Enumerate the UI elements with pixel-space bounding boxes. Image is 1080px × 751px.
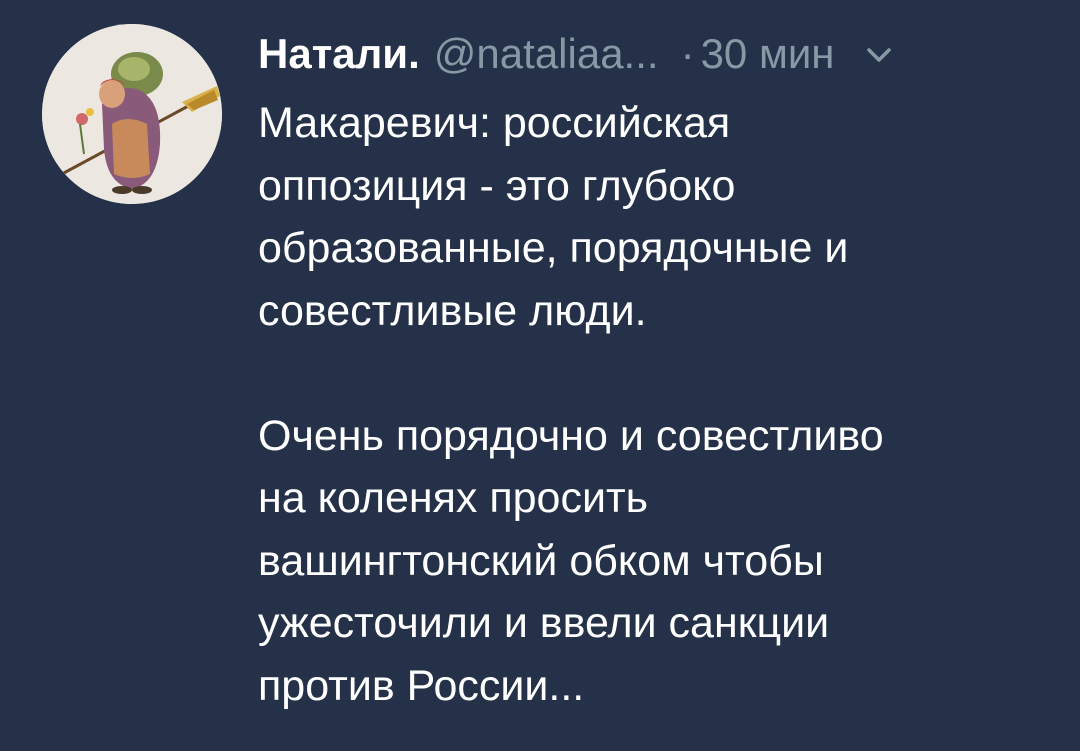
timestamp[interactable]: 30 мин	[701, 30, 835, 78]
tweet-text-line: совестливые люди.	[258, 286, 647, 335]
tweet[interactable]: Натали. @nataliaa... · 30 мин Макаревич:…	[0, 0, 1080, 751]
avatar-image	[42, 24, 222, 204]
user-handle[interactable]: @nataliaa...	[434, 30, 659, 78]
tweet-text-line: оппозиция - это глубоко	[258, 161, 736, 210]
chevron-down-icon[interactable]	[864, 39, 894, 69]
tweet-text-line: ужесточили и ввели санкции	[258, 599, 830, 647]
separator-dot: ·	[680, 30, 695, 77]
tweet-text-line: Макаревич: российская	[258, 99, 731, 147]
tweet-text-line: против России...	[258, 661, 585, 710]
tweet-text-line: на коленях просить	[258, 474, 649, 522]
display-name[interactable]: Натали.	[258, 30, 420, 78]
tweet-header: Натали. @nataliaa... · 30 мин	[258, 24, 1058, 84]
tweet-text-line: образованные, порядочные и	[258, 224, 849, 272]
tweet-text-line: вашингтонский обком чтобы	[258, 536, 824, 585]
tweet-text: Макаревич: российская оппозиция - это гл…	[258, 92, 1048, 717]
avatar[interactable]	[42, 24, 222, 204]
tweet-text-line: Очень порядочно и совестливо	[258, 411, 884, 460]
